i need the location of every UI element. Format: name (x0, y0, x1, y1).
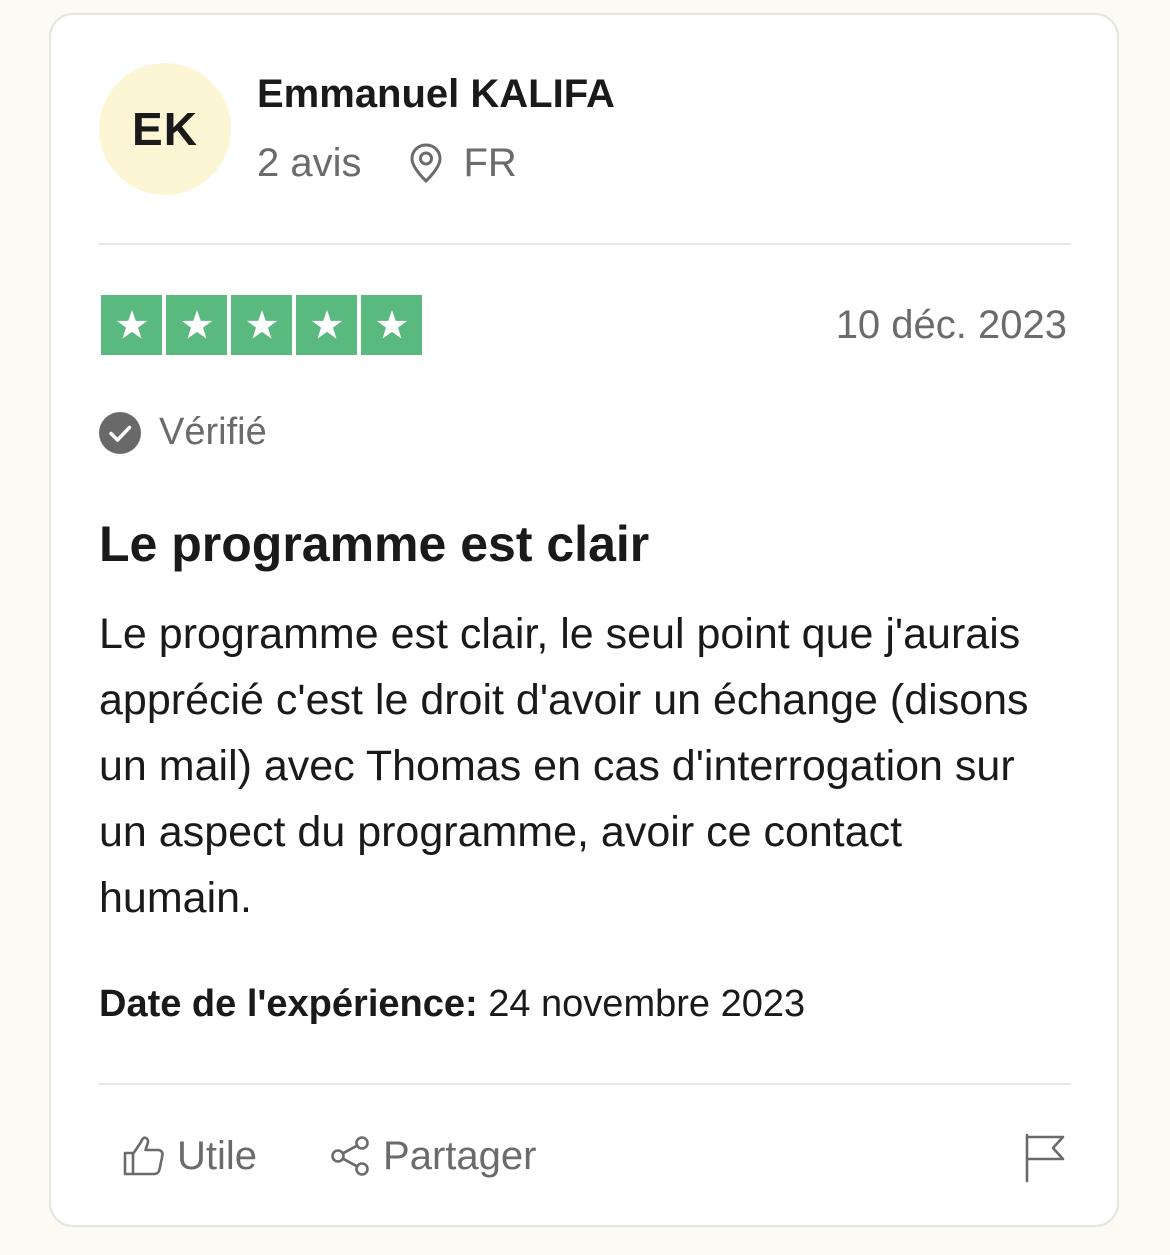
star-2 (166, 295, 227, 355)
thumbs-up-icon (123, 1136, 164, 1176)
star-icon (376, 310, 407, 339)
share-icon (331, 1136, 369, 1176)
flag-icon (1025, 1133, 1065, 1183)
review-date: 10 déc. 2023 (835, 303, 1067, 347)
reviewer-location: FR (408, 141, 517, 186)
verified-label: Vérifié (159, 411, 267, 453)
location-pin-icon (409, 143, 442, 184)
avatar-initials: EK (132, 103, 198, 155)
review-card: EK Emmanuel KALIFA 2 avis FR 10 déc. 202… (49, 13, 1119, 1227)
star-icon (311, 310, 342, 339)
experience-value: 24 novembre 2023 (488, 983, 806, 1025)
share-button[interactable]: Partager (327, 1133, 536, 1179)
header-divider (99, 243, 1071, 245)
star-4 (296, 295, 357, 355)
experience-label: Date de l'expérience: (99, 983, 478, 1025)
avatar: EK (99, 63, 231, 195)
verified-badge[interactable]: Vérifié (99, 411, 267, 454)
star-icon (246, 310, 277, 339)
verified-check-icon (99, 411, 141, 454)
useful-label: Utile (177, 1133, 258, 1178)
share-label: Partager (383, 1133, 537, 1178)
useful-button[interactable]: Utile (121, 1133, 257, 1179)
experience-date: Date de l'expérience: 24 novembre 2023 (99, 983, 805, 1026)
reviewer-country: FR (463, 140, 517, 185)
star-1 (101, 295, 162, 355)
footer-divider (99, 1083, 1071, 1085)
review-count: 2 avis (257, 140, 362, 185)
review-actions: Utile Partager (121, 1133, 536, 1179)
star-icon (116, 310, 147, 339)
star-5 (361, 295, 422, 355)
reviewer-name[interactable]: Emmanuel KALIFA (257, 72, 615, 117)
star-icon (181, 310, 212, 339)
report-flag-button[interactable] (1023, 1133, 1067, 1188)
review-title[interactable]: Le programme est clair (99, 515, 649, 573)
reviewer-meta: 2 avis FR (257, 137, 517, 189)
star-rating (101, 295, 422, 355)
star-3 (231, 295, 292, 355)
review-body: Le programme est clair, le seul point qu… (99, 610, 1029, 922)
